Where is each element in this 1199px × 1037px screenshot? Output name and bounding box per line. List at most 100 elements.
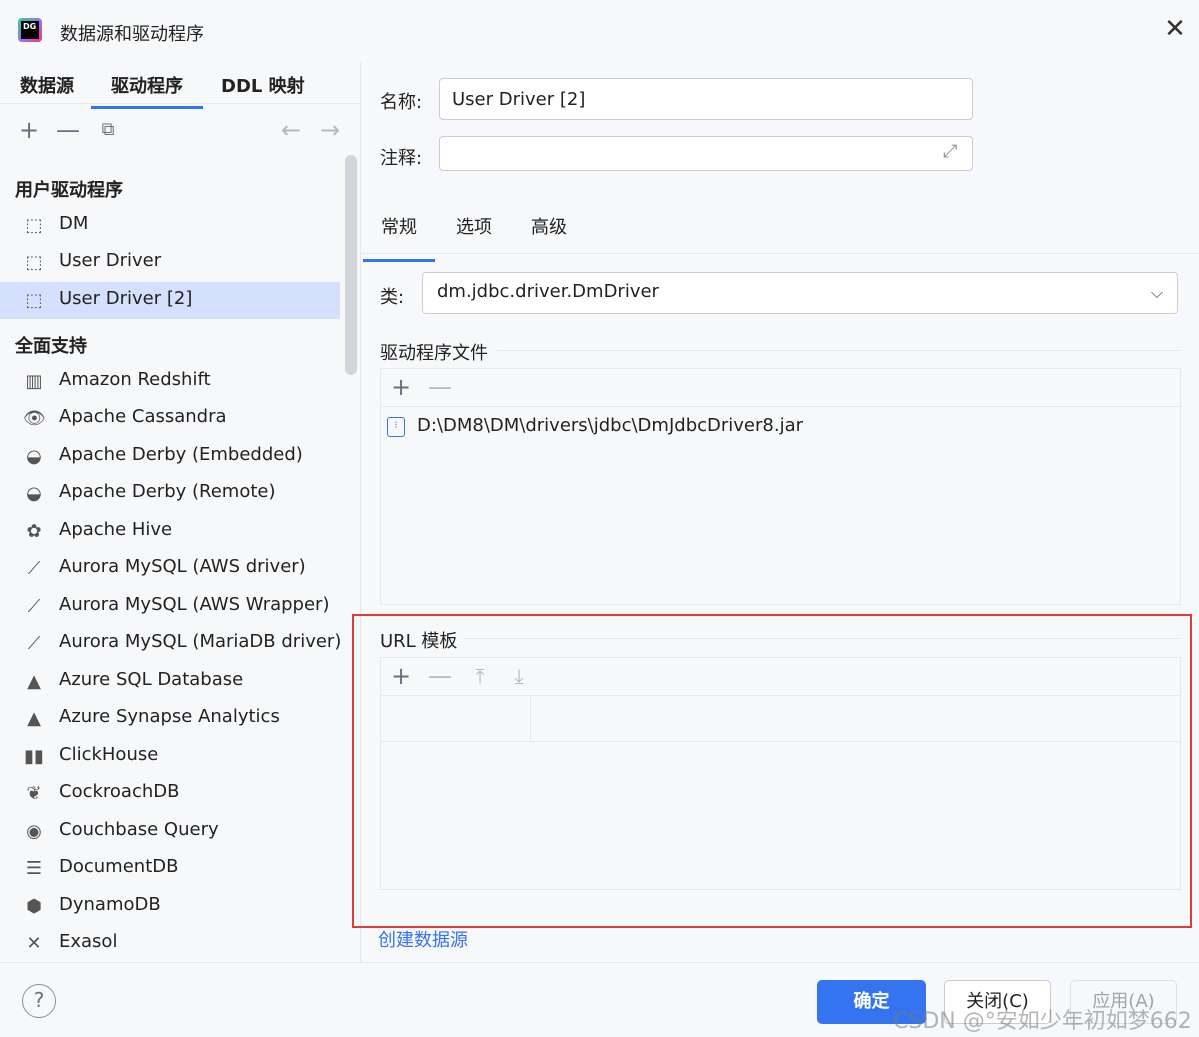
azure-icon: ▲: [27, 671, 41, 692]
driver-item-label: Amazon Redshift: [59, 369, 211, 390]
driver-item-label: Apache Cassandra: [59, 406, 227, 427]
dashed-square-icon: ⬚: [25, 252, 43, 273]
driver-item-label: Azure Synapse Analytics: [59, 706, 280, 727]
driver-item-label: ClickHouse: [59, 744, 159, 765]
driver-item-label: User Driver [2]: [59, 288, 193, 309]
driver-item-documentdb[interactable]: ☰ DocumentDB: [0, 850, 340, 887]
driver-item-dynamodb[interactable]: ⬢ DynamoDB: [0, 888, 340, 925]
add-icon[interactable]: +: [389, 375, 413, 399]
mysql-icon: ⟋: [27, 558, 41, 579]
tab-general[interactable]: 常规: [363, 213, 435, 262]
driver-item-cockroachdb[interactable]: ❦ CockroachDB: [0, 775, 340, 812]
driver-item-label: CockroachDB: [59, 781, 180, 802]
driver-item-azure-sql-database[interactable]: ▲ Azure SQL Database: [0, 663, 340, 700]
dialog-footer: ? 确定 关闭(C) 应用(A) CSDN @°安如少年初如梦662: [0, 962, 1199, 1037]
detail-tabs: 常规 选项 高级: [361, 202, 1199, 262]
driver-item-azure-synapse-analytics[interactable]: ▲ Azure Synapse Analytics: [0, 700, 340, 737]
cassandra-icon: 👁: [23, 408, 46, 429]
tab-options[interactable]: 选项: [456, 213, 492, 239]
mysql-icon: ⟋: [27, 633, 41, 654]
watermark: CSDN @°安如少年初如梦662: [893, 1009, 1192, 1034]
driver-item-exasol[interactable]: ✕ Exasol: [0, 925, 340, 962]
driver-item-user-driver[interactable]: ⬚ User Driver: [0, 244, 340, 281]
driver-item-apache-cassandra[interactable]: 👁 Apache Cassandra: [0, 400, 340, 437]
duplicate-icon[interactable]: ⧉: [96, 118, 120, 142]
redshift-icon: ▥: [25, 371, 43, 392]
driver-item-aurora-mysql-mariadb-driver[interactable]: ⟋ Aurora MySQL (MariaDB driver): [0, 625, 342, 662]
hive-icon: ✿: [26, 521, 42, 542]
driver-item-amazon-redshift[interactable]: ▥ Amazon Redshift: [0, 363, 340, 400]
create-data-source-link[interactable]: 创建数据源: [378, 926, 468, 952]
class-select-value: dm.jdbc.driver.DmDriver: [437, 281, 659, 302]
documentdb-icon: ☰: [25, 858, 43, 879]
driver-item-label: Couchbase Query: [59, 819, 219, 840]
tab-data-sources[interactable]: 数据源: [20, 72, 74, 98]
mysql-icon: ⟋: [27, 596, 41, 617]
driver-item-dm[interactable]: ⬚ DM: [0, 207, 340, 244]
tab-advanced[interactable]: 高级: [531, 213, 567, 239]
help-icon[interactable]: ?: [22, 984, 56, 1018]
azure-icon: ▲: [27, 708, 41, 729]
driver-item-label: Apache Derby (Embedded): [59, 444, 303, 465]
couchbase-icon: ◉: [26, 821, 42, 842]
driver-item-label: User Driver: [59, 250, 162, 271]
exasol-icon: ✕: [26, 933, 42, 954]
driver-item-apache-derby-remote[interactable]: ◒ Apache Derby (Remote): [0, 475, 340, 512]
comment-input[interactable]: [439, 136, 973, 171]
driver-item-label: Aurora MySQL (AWS driver): [59, 556, 306, 577]
driver-item-label: DM: [59, 213, 89, 234]
name-label: 名称:: [380, 92, 423, 113]
clickhouse-icon: ▮▮: [24, 746, 44, 767]
back-arrow-icon[interactable]: ←: [279, 118, 303, 142]
driver-files-toolbar: + —: [381, 369, 1180, 407]
datagrip-logo-icon: DG: [18, 18, 42, 42]
group-title-full-support: 全面支持: [15, 336, 87, 357]
driver-item-user-driver-2[interactable]: ⬚ User Driver [2]: [0, 282, 340, 319]
driver-files-title: 驱动程序文件: [380, 343, 488, 364]
add-icon[interactable]: +: [17, 118, 41, 142]
tab-ddl-mappings[interactable]: DDL 映射: [221, 72, 305, 98]
left-scrollbar[interactable]: [345, 155, 357, 375]
driver-item-label: Aurora MySQL (MariaDB driver): [59, 631, 342, 652]
driver-item-label: DocumentDB: [59, 856, 179, 877]
left-toolbar: + — ⧉ ← →: [0, 114, 360, 150]
forward-arrow-icon[interactable]: →: [318, 118, 342, 142]
remove-icon[interactable]: —: [428, 375, 452, 399]
driver-item-label: Apache Derby (Remote): [59, 481, 276, 502]
driver-item-couchbase-query[interactable]: ◉ Couchbase Query: [0, 813, 340, 850]
driver-item-apache-hive[interactable]: ✿ Apache Hive: [0, 513, 340, 550]
section-divider: [497, 350, 1180, 351]
driver-item-label: Azure SQL Database: [59, 669, 244, 690]
expand-icon[interactable]: ⤢: [943, 141, 957, 162]
driver-file-path: D:\DM8\DM\drivers\jdbc\DmJdbcDriver8.jar: [417, 415, 804, 436]
derby-icon: ◒: [26, 446, 42, 467]
window-title: 数据源和驱动程序: [60, 24, 204, 45]
name-input[interactable]: [439, 78, 973, 120]
driver-item-apache-derby-embedded[interactable]: ◒ Apache Derby (Embedded): [0, 438, 340, 475]
title-bar: DG 数据源和驱动程序 ✕: [0, 0, 1199, 62]
dashed-square-icon: ⬚: [25, 215, 43, 236]
group-title-user-drivers: 用户驱动程序: [15, 180, 123, 201]
top-tabs: 数据源 驱动程序 DDL 映射: [0, 62, 360, 109]
driver-item-label: Aurora MySQL (AWS Wrapper): [59, 594, 330, 615]
driver-item-clickhouse[interactable]: ▮▮ ClickHouse: [0, 738, 340, 775]
highlight-box: [352, 614, 1192, 928]
comment-label: 注释:: [380, 148, 423, 169]
tab-drivers[interactable]: 驱动程序: [91, 72, 203, 109]
driver-item-label: Apache Hive: [59, 519, 173, 540]
dashed-square-icon: ⬚: [25, 290, 43, 311]
class-select[interactable]: dm.jdbc.driver.DmDriver ⌵: [422, 272, 1178, 314]
chevron-down-icon: ⌵: [1150, 283, 1163, 302]
remove-icon[interactable]: —: [56, 118, 80, 142]
driver-item-aurora-mysql-aws-driver[interactable]: ⟋ Aurora MySQL (AWS driver): [0, 550, 340, 587]
dynamodb-icon: ⬢: [26, 896, 42, 917]
class-label: 类:: [380, 287, 405, 308]
driver-item-aurora-mysql-aws-wrapper[interactable]: ⟋ Aurora MySQL (AWS Wrapper): [0, 588, 340, 625]
derby-icon: ◒: [26, 483, 42, 504]
driver-item-label: DynamoDB: [59, 894, 161, 915]
close-window-button[interactable]: ✕: [1162, 16, 1188, 42]
driver-item-label: Exasol: [59, 931, 118, 952]
jar-file-icon: ⁝: [387, 417, 405, 437]
cockroach-icon: ❦: [26, 783, 42, 804]
driver-files-panel: + — ⁝ D:\DM8\DM\drivers\jdbc\DmJdbcDrive…: [380, 368, 1181, 605]
